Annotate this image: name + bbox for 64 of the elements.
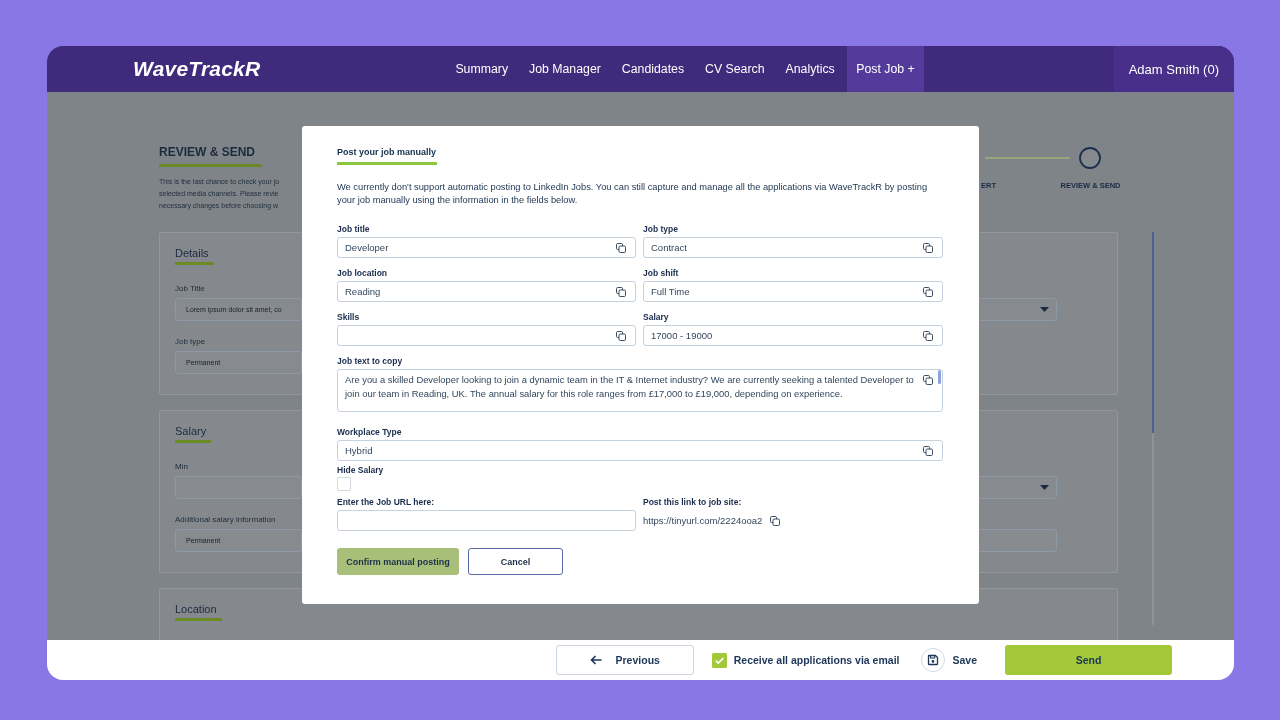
short-link[interactable]: https://tinyurl.com/2224ooa2 <box>643 515 763 526</box>
text-field[interactable]: Reading <box>337 281 636 302</box>
scrollbar-thumb[interactable] <box>1152 232 1154 433</box>
copy-icon[interactable] <box>923 330 933 341</box>
nav-link[interactable]: CV Search <box>705 61 765 77</box>
field-label: Job title <box>337 224 370 235</box>
card-title: Details <box>175 247 214 265</box>
nav-link[interactable]: Analytics <box>785 61 835 77</box>
checkbox[interactable] <box>711 652 727 668</box>
copy-icon[interactable] <box>923 286 933 297</box>
field-label: Min <box>175 462 188 472</box>
text-field[interactable] <box>337 510 636 531</box>
text-area[interactable]: Are you a skilled Developer looking to join a dynamic team in the IT & Internet industry? We are currently seeking a talented Developer to join our team in Reading, UK. The annual salary for this role ranges from £17,000 to £19,000, depending on experience. <box>337 369 943 412</box>
text-field[interactable]: Developer <box>337 237 636 258</box>
dialog-intro-text: We currently don't support automatic posting to LinkedIn Jobs. You can still capture and manage all the applications via WaveTrackR by posting your job manually using the information in the fields below. <box>337 181 929 207</box>
field-label: Job shift <box>643 268 679 279</box>
copy-icon[interactable] <box>616 242 626 253</box>
text-field[interactable] <box>175 476 302 499</box>
field-label: Skills <box>337 312 360 323</box>
text-field[interactable]: 17000 - 19000 <box>643 325 943 346</box>
field-label: Hide Salary <box>337 465 384 476</box>
caret-down-icon <box>1040 485 1049 490</box>
nav-link[interactable]: Summary <box>455 61 509 77</box>
checkbox-label: Receive all applications via email <box>733 654 900 666</box>
field-label: Job type <box>175 337 206 347</box>
save-button[interactable]: Save <box>921 648 977 672</box>
nav-link[interactable]: Candidates <box>621 61 685 77</box>
field-label: Workplace Type <box>337 427 402 438</box>
field-label: Post this link to job site: <box>643 497 742 508</box>
scrollbar-thumb[interactable] <box>938 370 941 384</box>
field-label: Job location <box>337 268 388 279</box>
copy-icon[interactable] <box>923 242 933 253</box>
field-label: Job text to copy <box>337 356 403 367</box>
previous-button[interactable]: Previous <box>555 645 694 675</box>
checkbox[interactable] <box>337 477 351 491</box>
copy-icon[interactable] <box>923 375 933 385</box>
logo-text[interactable]: WaveTrackR <box>133 57 261 81</box>
field-label: Enter the Job URL here: <box>337 497 435 508</box>
user-menu[interactable]: Adam Smith (0) <box>1113 46 1234 92</box>
card-title: Salary <box>175 425 212 443</box>
step-ring-icon <box>1079 147 1101 169</box>
field-label: Salary <box>643 312 669 323</box>
arrow-left-icon <box>589 655 602 665</box>
caret-down-icon <box>1040 307 1049 312</box>
send-button[interactable]: Send <box>1005 645 1172 675</box>
text-field[interactable] <box>337 325 636 346</box>
field-label: Job Title <box>175 284 205 294</box>
text-field[interactable]: Contract <box>643 237 943 258</box>
copy-icon[interactable] <box>616 330 626 341</box>
text-field[interactable]: Full Time <box>643 281 943 302</box>
confirm-button[interactable]: Confirm manual posting <box>337 548 459 575</box>
nav-link[interactable]: Post Job + <box>847 46 924 92</box>
text-field[interactable]: Hybrid <box>337 440 943 461</box>
copy-icon[interactable] <box>616 286 626 297</box>
dialog-title: Post your job manually <box>337 146 438 165</box>
field-label: Additional salary information <box>175 515 276 525</box>
save-icon <box>921 648 946 672</box>
copy-icon[interactable] <box>770 515 781 526</box>
section-heading: REVIEW & SEND <box>159 146 262 167</box>
nav-link[interactable]: Job Manager <box>529 61 601 77</box>
field-label: Job type <box>643 224 678 235</box>
card-title: Location <box>175 603 222 621</box>
copy-icon[interactable] <box>923 445 933 456</box>
cancel-button[interactable]: Cancel <box>468 548 563 575</box>
